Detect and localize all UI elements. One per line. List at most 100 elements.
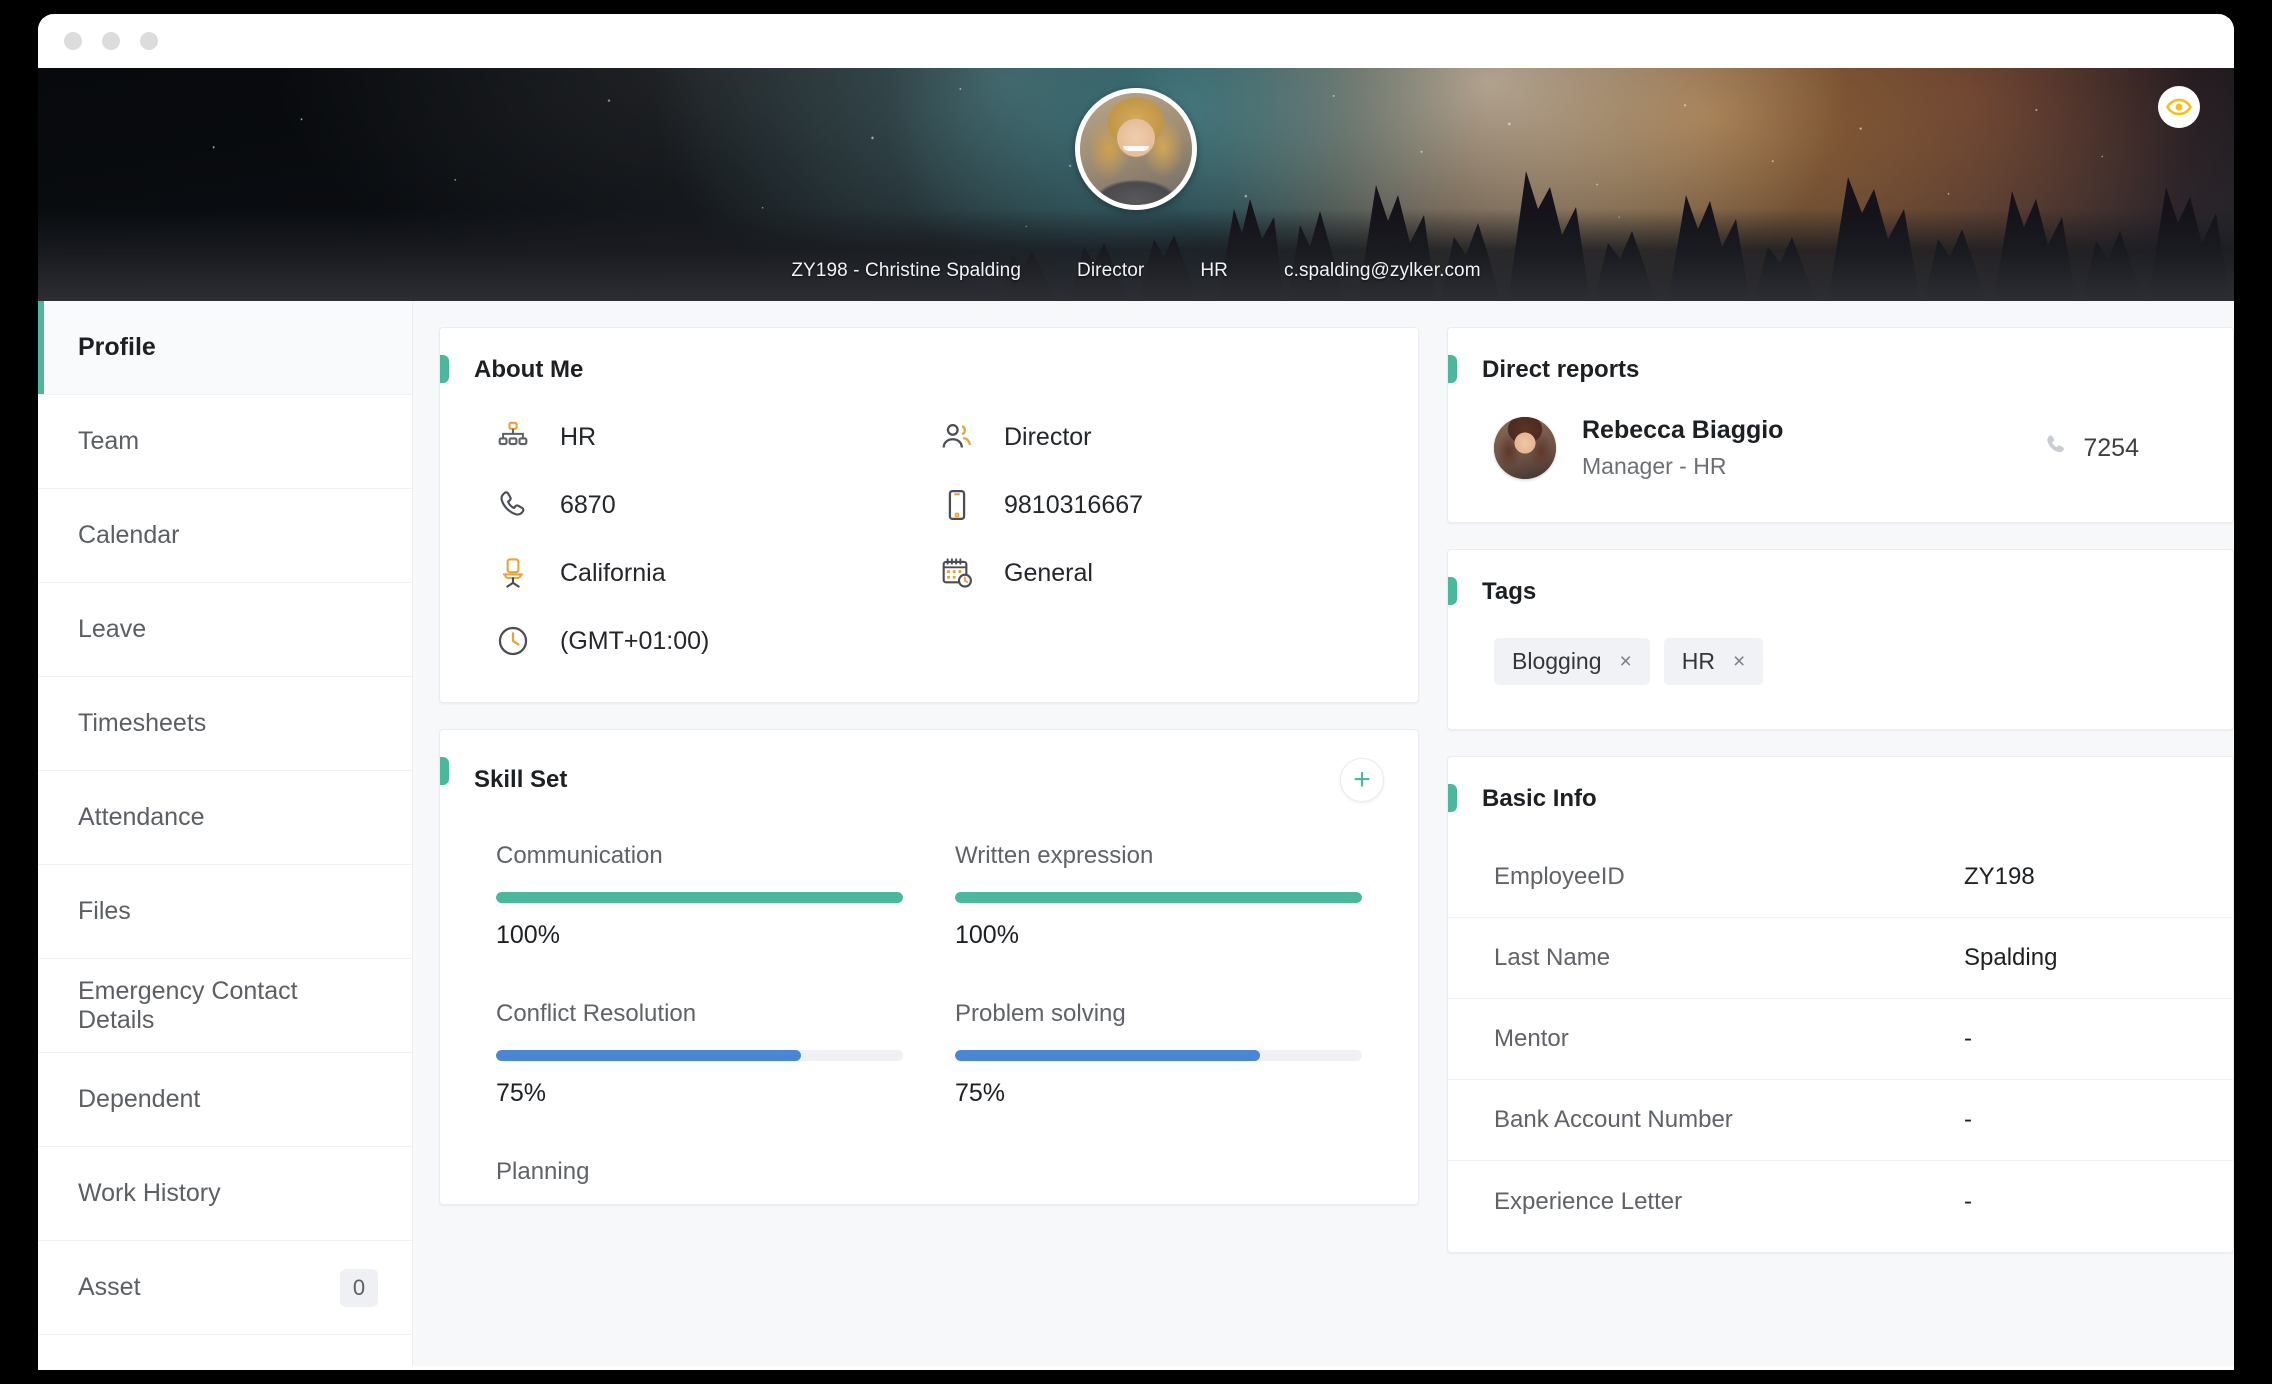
clock-icon <box>496 624 530 658</box>
basic-info-list: EmployeeID ZY198 Last Name Spalding Ment… <box>1448 819 2233 1252</box>
tag-label: Blogging <box>1512 648 1602 674</box>
basic-info-row-last-name: Last Name Spalding <box>1448 918 2233 999</box>
phone-icon <box>2043 432 2069 465</box>
skill-label: Written expression <box>955 842 1154 869</box>
window-maximize-dot[interactable] <box>140 32 158 50</box>
content-area: Profile Team Calendar Leave Timesheets A… <box>38 301 2234 1370</box>
banner-designation: Director <box>1077 260 1145 281</box>
main-panels: About Me HR Director 6870 9810316667 Cal… <box>413 301 2234 1370</box>
report-info: Rebecca Biaggio Manager - HR <box>1582 416 2017 480</box>
sidebar-item-label: Files <box>78 897 131 925</box>
profile-banner: ZY198 - Christine Spalding Director HR c… <box>38 68 2234 301</box>
info-key: EmployeeID <box>1494 863 1625 890</box>
info-key: Last Name <box>1494 944 1611 971</box>
sidebar-item-label: Attendance <box>78 803 205 831</box>
app-window: ZY198 - Christine Spalding Director HR c… <box>38 14 2234 1370</box>
eye-icon[interactable] <box>2158 86 2200 128</box>
org-chart-icon <box>496 420 530 454</box>
skill-item-conflict-resolution: Conflict Resolution 75% <box>496 1000 903 1108</box>
skills-grid: Communication 100% Written expression 10… <box>440 808 1418 1204</box>
report-avatar <box>1494 417 1556 479</box>
info-value: - <box>1964 1025 1972 1052</box>
about-me-title: About Me <box>474 356 584 383</box>
window-close-dot[interactable] <box>64 32 82 50</box>
basic-info-row-experience-letter: Experience Letter - <box>1448 1161 2233 1242</box>
sidebar-item-label: Asset <box>78 1273 141 1301</box>
sidebar-item-timesheets[interactable]: Timesheets <box>38 677 412 771</box>
avatar-photo <box>1080 93 1192 205</box>
phone-icon <box>496 488 530 522</box>
sidebar-item-calendar[interactable]: Calendar <box>38 489 412 583</box>
about-location-value: California <box>560 558 666 587</box>
info-value: - <box>1964 1106 1972 1133</box>
sidebar-item-files[interactable]: Files <box>38 865 412 959</box>
add-skill-button[interactable]: + <box>1340 758 1384 802</box>
info-key: Bank Account Number <box>1494 1106 1733 1133</box>
sidebar-item-label: Dependent <box>78 1085 201 1113</box>
skill-item-problem-solving: Problem solving 75% <box>955 1000 1362 1108</box>
basic-info-row-mentor: Mentor - <box>1448 999 2233 1080</box>
basic-info-title: Basic Info <box>1482 785 1597 812</box>
skill-progress-track <box>496 892 903 903</box>
about-mobile-value: 9810316667 <box>1004 490 1144 519</box>
sidebar-nav[interactable]: Profile Team Calendar Leave Timesheets A… <box>38 301 413 1370</box>
sidebar-item-label: Emergency Contact Details <box>78 976 298 1034</box>
users-icon <box>940 420 974 454</box>
banner-gradient-overlay <box>38 209 2234 301</box>
about-shift-value: General <box>1004 558 1093 587</box>
basic-info-row-employeeid: EmployeeID ZY198 <box>1448 837 2233 918</box>
info-value: - <box>1964 1187 1972 1215</box>
info-key: Experience Letter <box>1494 1187 1683 1215</box>
tags-title: Tags <box>1482 578 1537 605</box>
banner-email: c.spalding@zylker.com <box>1283 260 1481 281</box>
viewport-bottom-edge <box>38 1366 2234 1370</box>
avatar[interactable] <box>1075 88 1197 210</box>
about-designation-row: Director <box>940 420 1384 454</box>
report-phone: 7254 <box>2043 432 2193 465</box>
sidebar-item-team[interactable]: Team <box>38 395 412 489</box>
sidebar-item-profile[interactable]: Profile <box>38 301 412 395</box>
skill-percent: 75% <box>496 1079 547 1107</box>
skill-percent: 75% <box>955 1079 1006 1107</box>
skill-item-communication: Communication 100% <box>496 842 903 950</box>
tag-chip-hr[interactable]: HR × <box>1663 638 1764 685</box>
sidebar-item-attendance[interactable]: Attendance <box>38 771 412 865</box>
about-department-row: HR <box>496 420 940 454</box>
about-me-header: About Me <box>440 328 1418 390</box>
skill-set-title: Skill Set <box>474 766 568 793</box>
sidebar-item-work-history[interactable]: Work History <box>38 1147 412 1241</box>
office-chair-icon <box>496 556 530 590</box>
sidebar-item-label: Calendar <box>78 521 180 549</box>
skill-progress-fill <box>955 892 1362 903</box>
info-value: Spalding <box>1964 944 2058 971</box>
sidebar-item-dependent[interactable]: Dependent <box>38 1053 412 1147</box>
direct-report-item[interactable]: Rebecca Biaggio Manager - HR 7254 <box>1448 390 2233 522</box>
about-mobile-row: 9810316667 <box>940 488 1384 522</box>
window-titlebar <box>38 14 2234 68</box>
about-timezone-value: (GMT+01:00) <box>560 626 710 655</box>
tag-chip-blogging[interactable]: Blogging × <box>1494 638 1650 685</box>
about-extension-row: 6870 <box>496 488 940 522</box>
about-timezone-row: (GMT+01:00) <box>496 624 940 658</box>
skill-label: Problem solving <box>955 1000 1126 1027</box>
calendar-clock-icon <box>940 556 974 590</box>
sidebar-item-label: Timesheets <box>78 709 207 737</box>
info-value: ZY198 <box>1964 863 2035 890</box>
window-minimize-dot[interactable] <box>102 32 120 50</box>
sidebar-item-asset[interactable]: Asset 0 <box>38 1241 412 1335</box>
sidebar-item-emergency-contact-details[interactable]: Emergency Contact Details <box>38 959 412 1053</box>
sidebar-item-label: Work History <box>78 1179 221 1207</box>
close-icon[interactable]: × <box>1620 650 1632 674</box>
tags-card: Tags Blogging × HR × <box>1447 549 2234 730</box>
about-shift-row: General <box>940 556 1384 590</box>
skill-percent: 100% <box>496 921 560 949</box>
skill-progress-track <box>955 892 1362 903</box>
tags-list: Blogging × HR × <box>1448 612 2233 729</box>
tag-label: HR <box>1681 648 1716 674</box>
basic-info-header: Basic Info <box>1448 757 2233 819</box>
skill-progress-track <box>496 1050 903 1061</box>
sidebar-item-label: Profile <box>78 333 156 361</box>
report-phone-number: 7254 <box>2083 433 2139 462</box>
sidebar-item-leave[interactable]: Leave <box>38 583 412 677</box>
close-icon[interactable]: × <box>1733 650 1745 674</box>
